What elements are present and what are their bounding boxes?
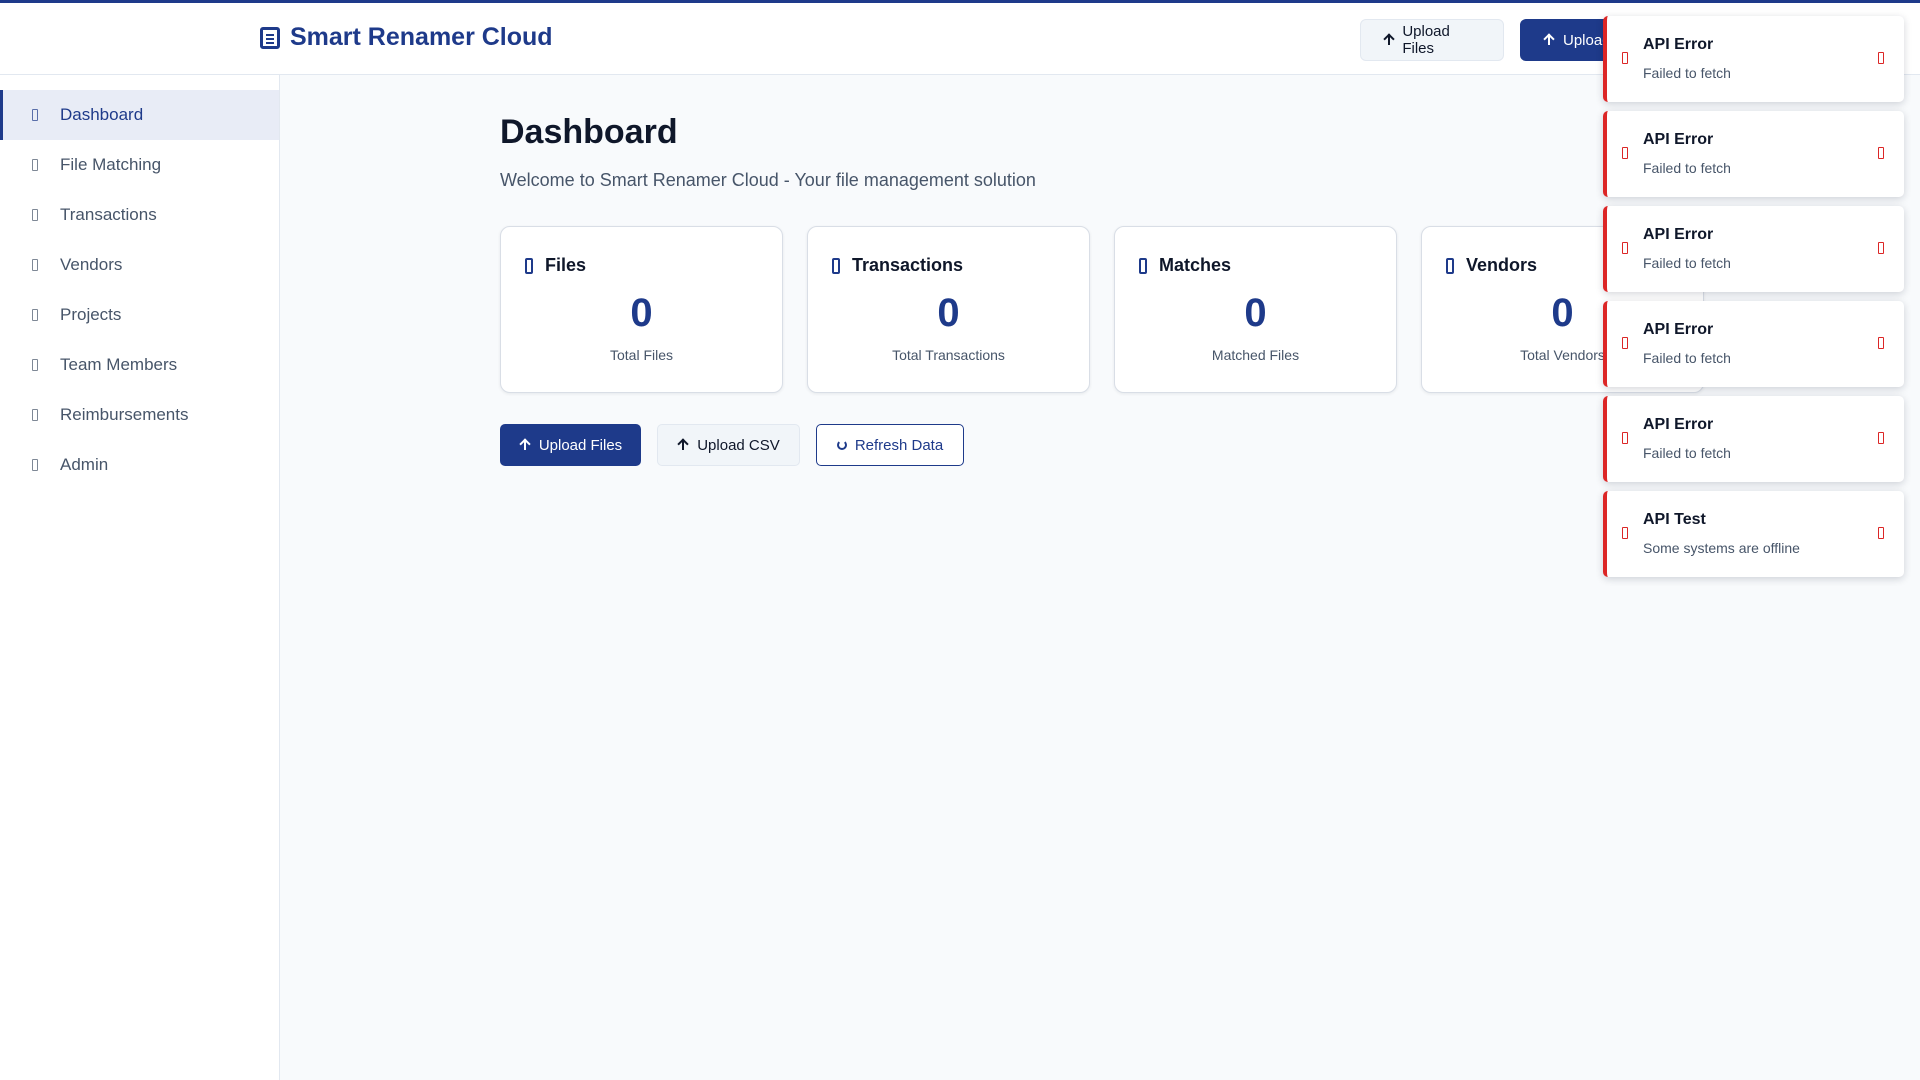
card-value: 0 — [630, 291, 653, 335]
vendors-icon — [32, 259, 38, 271]
admin-icon — [32, 459, 38, 471]
upload-csv-button[interactable]: Upload CSV — [657, 424, 800, 466]
toast-title: API Error — [1643, 226, 1714, 243]
header-upload-files-label: Upload Files — [1402, 23, 1450, 57]
page-title: Dashboard — [500, 113, 678, 151]
card-title: Matches — [1159, 255, 1232, 275]
sidebar-item-label: File Matching — [60, 155, 162, 174]
error-icon — [1622, 242, 1628, 254]
toast-message: Failed to fetch — [1643, 445, 1731, 461]
error-icon — [1622, 432, 1628, 444]
toast-message: Failed to fetch — [1643, 350, 1731, 366]
card-header: Vendors — [1446, 255, 1537, 276]
csv-icon — [677, 439, 689, 451]
quick-actions: Upload Files Upload CSV Refresh Data — [500, 424, 964, 466]
sidebar-item-dashboard[interactable]: Dashboard — [0, 90, 279, 140]
card-header: Transactions — [832, 255, 963, 276]
upload-files-button[interactable]: Upload Files — [500, 424, 641, 466]
file-matching-icon — [32, 159, 38, 171]
sidebar-item-label: Dashboard — [60, 105, 144, 124]
sidebar-item-label: Team Members — [60, 355, 178, 374]
sidebar: Dashboard File Matching Transactions Ven… — [0, 75, 280, 1080]
toast-message: Failed to fetch — [1643, 160, 1731, 176]
team-members-icon — [32, 359, 38, 371]
toast-notification: API Error Failed to fetch — [1603, 111, 1904, 197]
upload-files-label: Upload Files — [538, 436, 623, 454]
upload-icon — [1383, 34, 1394, 46]
toast-notification: API Error Failed to fetch — [1603, 16, 1904, 102]
card-caption: Total Transactions — [892, 347, 1005, 363]
close-icon[interactable] — [1878, 432, 1884, 444]
toast-message: Some systems are offline — [1643, 540, 1800, 556]
card-value: 0 — [937, 291, 960, 335]
toast-title: API Error — [1643, 416, 1714, 433]
sidebar-item-reimbursements[interactable]: Reimbursements — [0, 390, 279, 440]
stat-card-transactions: Transactions 0 Total Transactions — [807, 226, 1090, 393]
stat-card-files: Files 0 Total Files — [500, 226, 783, 393]
sidebar-item-admin[interactable]: Admin — [0, 440, 279, 490]
building-icon — [1446, 257, 1454, 274]
toast-title: API Error — [1643, 131, 1714, 148]
sidebar-item-file-matching[interactable]: File Matching — [0, 140, 279, 190]
upload-csv-label: Upload CSV — [697, 436, 780, 454]
sidebar-item-projects[interactable]: Projects — [0, 290, 279, 340]
dashboard-icon — [32, 109, 38, 121]
sidebar-item-transactions[interactable]: Transactions — [0, 190, 279, 240]
page-subtitle: Welcome to Smart Renamer Cloud - Your fi… — [500, 170, 1036, 190]
file-icon — [525, 257, 533, 274]
receipt-icon — [832, 257, 840, 274]
toast-notification: API Test Some systems are offline — [1603, 491, 1904, 577]
refresh-icon — [836, 440, 847, 450]
reimbursements-icon — [32, 409, 38, 421]
header-upload-files-button[interactable]: Upload Files — [1360, 19, 1504, 61]
stats-cards: Files 0 Total Files Transactions 0 Total… — [500, 226, 1704, 393]
toast-container: API Error Failed to fetch API Error Fail… — [1603, 16, 1904, 577]
card-title: Files — [545, 255, 587, 275]
app-title: Smart Renamer Cloud — [290, 23, 553, 51]
refresh-data-label: Refresh Data — [854, 436, 944, 454]
card-header: Files — [525, 255, 586, 276]
document-logo-icon — [260, 26, 280, 49]
projects-icon — [32, 309, 38, 321]
toast-notification: API Error Failed to fetch — [1603, 301, 1904, 387]
toast-notification: API Error Failed to fetch — [1603, 206, 1904, 292]
toast-title: API Test — [1643, 511, 1706, 528]
link-icon — [1139, 257, 1147, 274]
close-icon[interactable] — [1878, 242, 1884, 254]
transactions-icon — [32, 209, 38, 221]
app-brand[interactable]: Smart Renamer Cloud — [260, 23, 553, 52]
error-icon — [1622, 337, 1628, 349]
sidebar-item-label: Transactions — [60, 205, 157, 224]
error-icon — [1622, 527, 1628, 539]
sidebar-item-label: Reimbursements — [60, 405, 189, 424]
sidebar-item-label: Vendors — [60, 255, 123, 274]
toast-title: API Error — [1643, 36, 1714, 53]
sidebar-item-team-members[interactable]: Team Members — [0, 340, 279, 390]
sidebar-item-vendors[interactable]: Vendors — [0, 240, 279, 290]
card-title: Vendors — [1466, 255, 1538, 275]
error-icon — [1622, 147, 1628, 159]
upload-icon — [1543, 34, 1555, 46]
toast-message: Failed to fetch — [1643, 65, 1731, 81]
sidebar-item-label: Projects — [60, 305, 122, 324]
card-caption: Matched Files — [1211, 347, 1300, 363]
toast-message: Failed to fetch — [1643, 255, 1731, 271]
close-icon[interactable] — [1878, 52, 1884, 64]
stat-card-matches: Matches 0 Matched Files — [1114, 226, 1397, 393]
error-icon — [1622, 52, 1628, 64]
close-icon[interactable] — [1878, 147, 1884, 159]
refresh-data-button[interactable]: Refresh Data — [816, 424, 964, 466]
card-title: Transactions — [852, 255, 964, 275]
close-icon[interactable] — [1878, 337, 1884, 349]
sidebar-item-label: Admin — [60, 455, 109, 474]
close-icon[interactable] — [1878, 527, 1884, 539]
card-value: 0 — [1244, 291, 1267, 335]
card-header: Matches — [1139, 255, 1231, 276]
card-caption: Total Files — [609, 347, 674, 363]
toast-title: API Error — [1643, 321, 1714, 338]
upload-icon — [519, 439, 531, 451]
toast-notification: API Error Failed to fetch — [1603, 396, 1904, 482]
